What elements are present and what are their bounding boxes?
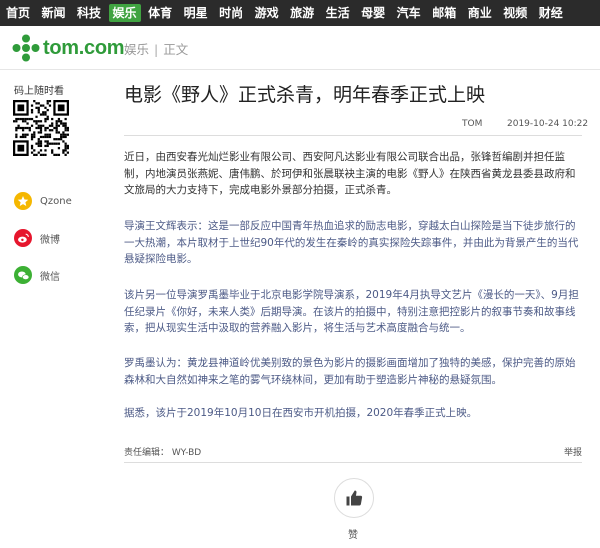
nav-item[interactable]: 体育	[144, 4, 176, 22]
share-wechat-label: 微信	[40, 271, 60, 283]
like-label: 赞	[348, 530, 358, 541]
nav-item[interactable]: 娱乐	[108, 4, 141, 22]
qr-code	[13, 100, 69, 156]
footer-divider	[124, 462, 582, 463]
breadcrumb-separator: |	[154, 42, 159, 57]
paragraph-3: 该片另一位导演罗禹墨毕业于北京电影学院导演系，2019年4月执导文艺片《漫长的一…	[124, 289, 579, 335]
nav-item[interactable]: 邮箱	[428, 4, 460, 22]
share-weibo-label: 微博	[40, 234, 60, 246]
tom-logo-icon	[12, 34, 40, 62]
header: tom.com 娱乐 | 正文	[0, 26, 600, 70]
nav-item[interactable]: 旅游	[286, 4, 318, 22]
paragraph-1: 近日，由西安春光灿烂影业有限公司、西安阿凡达影业有限公司联合出品，张锋哲编剧并担…	[124, 151, 576, 197]
nav-item[interactable]: 时尚	[215, 4, 247, 22]
share-qzone[interactable]: Qzone	[14, 192, 72, 210]
nav-item[interactable]: 汽车	[393, 4, 425, 22]
nav-item[interactable]: 生活	[322, 4, 354, 22]
paragraph-4: 罗禹墨认为：黄龙县神道岭优美别致的景色为影片的摄影画面增加了独特的美感，保护完善…	[124, 357, 576, 386]
thumbs-up-icon	[346, 490, 363, 506]
tom-logo[interactable]: tom.com	[12, 34, 125, 62]
article-title: 电影《野人》正式杀青，明年春季正式上映	[124, 84, 486, 106]
breadcrumb-channel[interactable]: 娱乐	[124, 42, 149, 57]
editor-credit: 责任编辑： WY-BD	[124, 448, 202, 458]
paragraph-2: 导演王文辉表示：这是一部反应中国青年热血追求的励志电影，穿越太白山探险是当下徒步…	[124, 220, 579, 266]
top-nav: 首页 新闻 科技 娱乐 体育 明星 时尚 游戏 旅游 生活 母婴 汽车 邮箱 商业 视频 财经	[0, 0, 600, 26]
nav-item[interactable]: 明星	[180, 4, 212, 22]
report-link[interactable]: 举报	[564, 445, 582, 458]
qr-title: 码上随时看	[14, 86, 64, 97]
nav-item[interactable]: 商业	[464, 4, 496, 22]
nav-item[interactable]: 母婴	[357, 4, 389, 22]
article-date: 2019-10-24 10:22	[507, 119, 589, 129]
breadcrumb: 娱乐 | 正文	[124, 39, 188, 58]
nav-item[interactable]: 科技	[73, 4, 105, 22]
like-button[interactable]	[334, 478, 374, 518]
star-icon	[14, 192, 32, 210]
nav-item[interactable]: 游戏	[251, 4, 283, 22]
nav-item[interactable]: 首页	[2, 4, 34, 22]
wechat-icon	[14, 266, 32, 284]
nav-item[interactable]: 视频	[499, 4, 531, 22]
share-wechat[interactable]: 微信	[14, 266, 60, 284]
nav-item[interactable]: 新闻	[38, 4, 70, 22]
paragraph-5: 据悉，该片于2019年10月10日在西安市开机拍摄，2020年春季正式上映。	[124, 407, 478, 419]
share-qzone-label: Qzone	[40, 195, 72, 207]
weibo-icon	[14, 229, 32, 247]
title-divider	[124, 135, 582, 136]
logo-text: tom.com	[43, 36, 125, 59]
nav-item[interactable]: 财经	[535, 4, 567, 22]
breadcrumb-current: 正文	[163, 42, 189, 57]
share-weibo[interactable]: 微博	[14, 229, 60, 247]
article-source: TOM	[462, 119, 483, 129]
